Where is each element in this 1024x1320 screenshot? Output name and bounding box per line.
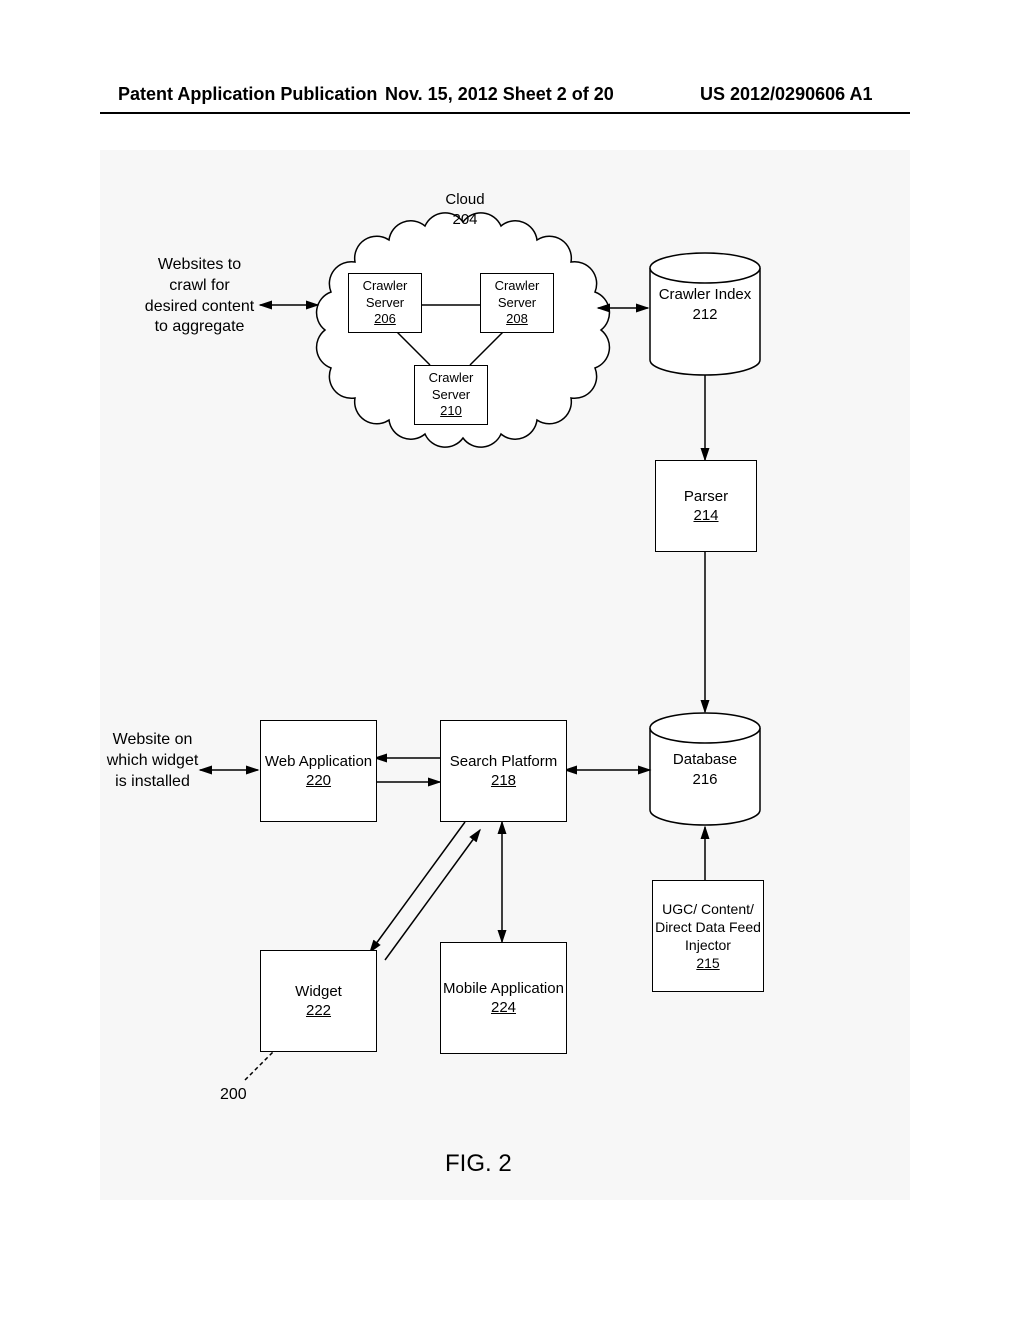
search-platform-num: 218 bbox=[491, 771, 516, 791]
database-num: 216 bbox=[692, 771, 717, 788]
crawler-index-title: Crawler Index bbox=[659, 286, 752, 303]
header-center: Nov. 15, 2012 Sheet 2 of 20 bbox=[385, 84, 614, 105]
header-left: Patent Application Publication bbox=[118, 84, 377, 105]
web-app-box: Web Application 220 bbox=[260, 720, 377, 822]
figure-area: Cloud 204 Crawler Server 206 Crawler Ser… bbox=[100, 150, 910, 1200]
search-platform-box: Search Platform 218 bbox=[440, 720, 567, 822]
parser-num: 214 bbox=[693, 506, 718, 526]
mobile-app-num: 224 bbox=[491, 998, 516, 1018]
database-label: Database 216 bbox=[655, 750, 755, 789]
mobile-app-title: Mobile Application bbox=[443, 979, 564, 999]
cloud-label: Cloud 204 bbox=[420, 190, 510, 229]
crawler-server-1-title: Crawler Server bbox=[349, 278, 421, 312]
injector-box: UGC/ Content/ Direct Data Feed Injector … bbox=[652, 880, 764, 992]
mobile-app-box: Mobile Application 224 bbox=[440, 942, 567, 1054]
search-platform-title: Search Platform bbox=[450, 752, 558, 772]
header-rule bbox=[100, 112, 910, 114]
parser-box: Parser 214 bbox=[655, 460, 757, 552]
crawler-server-2-title: Crawler Server bbox=[481, 278, 553, 312]
widget-box: Widget 222 bbox=[260, 950, 377, 1052]
web-app-num: 220 bbox=[306, 771, 331, 791]
cloud-num: 204 bbox=[452, 211, 477, 228]
injector-title: UGC/ Content/ Direct Data Feed Injector bbox=[653, 900, 763, 955]
web-app-title: Web Application bbox=[265, 752, 372, 772]
parser-title: Parser bbox=[684, 487, 728, 507]
crawler-server-3: Crawler Server 210 bbox=[414, 365, 488, 425]
crawler-server-1-num: 206 bbox=[374, 311, 396, 328]
crawler-server-3-title: Crawler Server bbox=[415, 370, 487, 404]
crawler-server-2: Crawler Server 208 bbox=[480, 273, 554, 333]
crawler-server-3-num: 210 bbox=[440, 403, 462, 420]
cloud-title: Cloud bbox=[445, 191, 484, 208]
header-right: US 2012/0290606 A1 bbox=[700, 84, 872, 105]
crawler-server-2-num: 208 bbox=[506, 311, 528, 328]
website-widget-label: Website on which widget is installed bbox=[105, 730, 200, 792]
crawler-server-1: Crawler Server 206 bbox=[348, 273, 422, 333]
widget-num: 222 bbox=[306, 1001, 331, 1021]
widget-title: Widget bbox=[295, 982, 342, 1002]
database-title: Database bbox=[673, 751, 737, 768]
figure-caption: FIG. 2 bbox=[445, 1150, 512, 1178]
websites-crawl-label: Websites to crawl for desired content to… bbox=[142, 255, 257, 338]
injector-num: 215 bbox=[696, 954, 719, 972]
ref-200: 200 bbox=[220, 1085, 247, 1106]
crawler-index-num: 212 bbox=[692, 306, 717, 323]
crawler-index-label: Crawler Index 212 bbox=[655, 285, 755, 324]
